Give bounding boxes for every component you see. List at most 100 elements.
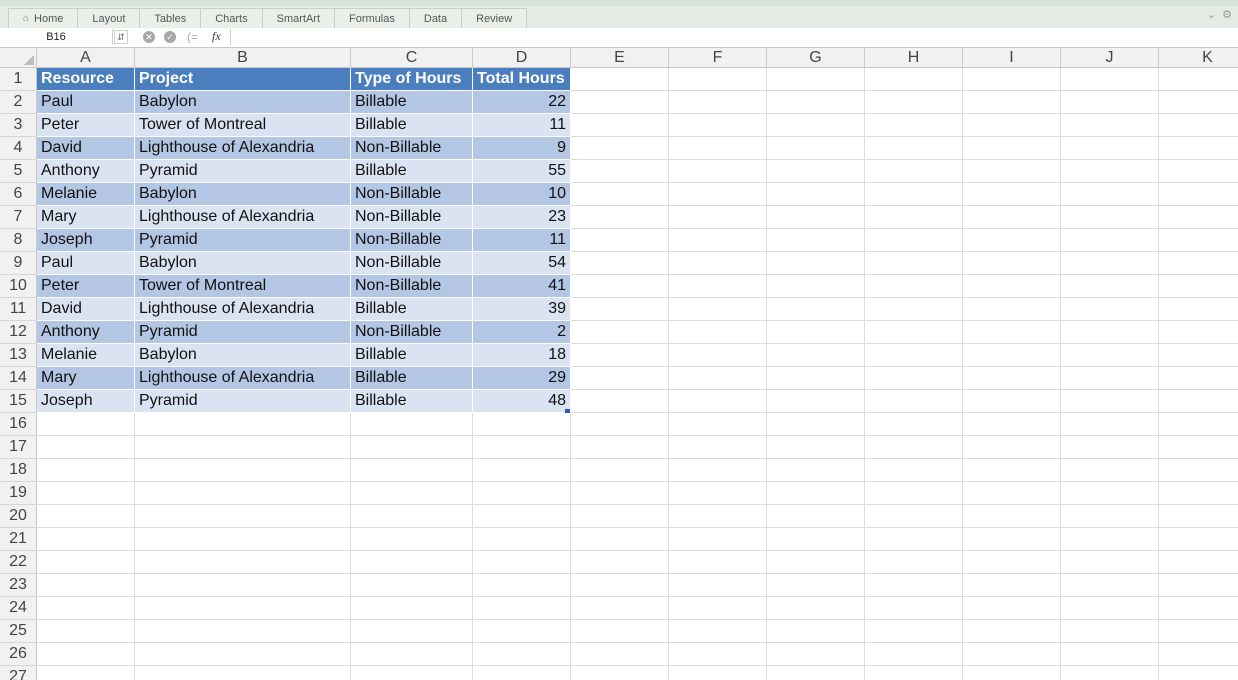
cell-e5[interactable] <box>571 160 669 183</box>
cell-c15[interactable]: Billable <box>351 390 473 413</box>
cell-d27[interactable] <box>473 666 571 680</box>
cell-h25[interactable] <box>865 620 963 643</box>
cell-j3[interactable] <box>1061 114 1159 137</box>
cell-k19[interactable] <box>1159 482 1238 505</box>
cell-d13[interactable]: 18 <box>473 344 571 367</box>
row-header-18[interactable]: 18 <box>0 459 37 482</box>
cell-i23[interactable] <box>963 574 1061 597</box>
cell-h9[interactable] <box>865 252 963 275</box>
cell-a11[interactable]: David <box>37 298 135 321</box>
cell-g22[interactable] <box>767 551 865 574</box>
cell-i27[interactable] <box>963 666 1061 680</box>
column-header-i[interactable]: I <box>963 48 1061 68</box>
cell-b24[interactable] <box>135 597 351 620</box>
cell-d18[interactable] <box>473 459 571 482</box>
cell-d16[interactable] <box>473 413 571 436</box>
row-header-13[interactable]: 13 <box>0 344 37 367</box>
cell-a4[interactable]: David <box>37 137 135 160</box>
cell-b16[interactable] <box>135 413 351 436</box>
cell-d2[interactable]: 22 <box>473 91 571 114</box>
cell-a26[interactable] <box>37 643 135 666</box>
tab-formulas[interactable]: Formulas <box>335 8 410 28</box>
cell-i1[interactable] <box>963 68 1061 91</box>
cell-b7[interactable]: Lighthouse of Alexandria <box>135 206 351 229</box>
cell-k5[interactable] <box>1159 160 1238 183</box>
cell-b11[interactable]: Lighthouse of Alexandria <box>135 298 351 321</box>
cell-f16[interactable] <box>669 413 767 436</box>
formula-input[interactable] <box>230 29 1235 45</box>
row-header-14[interactable]: 14 <box>0 367 37 390</box>
column-header-j[interactable]: J <box>1061 48 1159 68</box>
cell-f5[interactable] <box>669 160 767 183</box>
cell-j9[interactable] <box>1061 252 1159 275</box>
cell-f22[interactable] <box>669 551 767 574</box>
cell-k20[interactable] <box>1159 505 1238 528</box>
cell-f21[interactable] <box>669 528 767 551</box>
cell-j6[interactable] <box>1061 183 1159 206</box>
cell-c21[interactable] <box>351 528 473 551</box>
cell-c27[interactable] <box>351 666 473 680</box>
cell-k12[interactable] <box>1159 321 1238 344</box>
cell-k21[interactable] <box>1159 528 1238 551</box>
cell-f20[interactable] <box>669 505 767 528</box>
cell-f8[interactable] <box>669 229 767 252</box>
cell-c11[interactable]: Billable <box>351 298 473 321</box>
cell-b22[interactable] <box>135 551 351 574</box>
cell-f23[interactable] <box>669 574 767 597</box>
cell-g7[interactable] <box>767 206 865 229</box>
cell-h14[interactable] <box>865 367 963 390</box>
cell-h1[interactable] <box>865 68 963 91</box>
row-header-17[interactable]: 17 <box>0 436 37 459</box>
tab-home[interactable]: ⌂ Home <box>8 8 79 28</box>
cell-g16[interactable] <box>767 413 865 436</box>
cell-f15[interactable] <box>669 390 767 413</box>
cell-h17[interactable] <box>865 436 963 459</box>
cell-d4[interactable]: 9 <box>473 137 571 160</box>
cell-h13[interactable] <box>865 344 963 367</box>
cell-d17[interactable] <box>473 436 571 459</box>
column-header-g[interactable]: G <box>767 48 865 68</box>
cell-b27[interactable] <box>135 666 351 680</box>
cell-h11[interactable] <box>865 298 963 321</box>
cell-i3[interactable] <box>963 114 1061 137</box>
cell-h18[interactable] <box>865 459 963 482</box>
row-header-1[interactable]: 1 <box>0 68 37 91</box>
cell-a6[interactable]: Melanie <box>37 183 135 206</box>
cell-k1[interactable] <box>1159 68 1238 91</box>
cell-d12[interactable]: 2 <box>473 321 571 344</box>
cell-b1[interactable]: Project <box>135 68 351 91</box>
row-header-9[interactable]: 9 <box>0 252 37 275</box>
cell-g5[interactable] <box>767 160 865 183</box>
cell-f1[interactable] <box>669 68 767 91</box>
cell-g15[interactable] <box>767 390 865 413</box>
cell-j22[interactable] <box>1061 551 1159 574</box>
cell-d9[interactable]: 54 <box>473 252 571 275</box>
cell-h23[interactable] <box>865 574 963 597</box>
cell-f4[interactable] <box>669 137 767 160</box>
cell-k15[interactable] <box>1159 390 1238 413</box>
cell-g27[interactable] <box>767 666 865 680</box>
row-header-5[interactable]: 5 <box>0 160 37 183</box>
cell-b8[interactable]: Pyramid <box>135 229 351 252</box>
cell-e1[interactable] <box>571 68 669 91</box>
cell-k17[interactable] <box>1159 436 1238 459</box>
cell-d19[interactable] <box>473 482 571 505</box>
cell-k3[interactable] <box>1159 114 1238 137</box>
cell-i19[interactable] <box>963 482 1061 505</box>
cell-j7[interactable] <box>1061 206 1159 229</box>
cell-g12[interactable] <box>767 321 865 344</box>
cell-j10[interactable] <box>1061 275 1159 298</box>
cell-h19[interactable] <box>865 482 963 505</box>
cell-g14[interactable] <box>767 367 865 390</box>
cell-k23[interactable] <box>1159 574 1238 597</box>
cell-i4[interactable] <box>963 137 1061 160</box>
cell-b9[interactable]: Babylon <box>135 252 351 275</box>
row-header-8[interactable]: 8 <box>0 229 37 252</box>
row-header-16[interactable]: 16 <box>0 413 37 436</box>
settings-icon[interactable]: ⚙ <box>1222 8 1232 21</box>
cell-c7[interactable]: Non-Billable <box>351 206 473 229</box>
cell-f18[interactable] <box>669 459 767 482</box>
cell-j27[interactable] <box>1061 666 1159 680</box>
cell-h12[interactable] <box>865 321 963 344</box>
cell-j19[interactable] <box>1061 482 1159 505</box>
